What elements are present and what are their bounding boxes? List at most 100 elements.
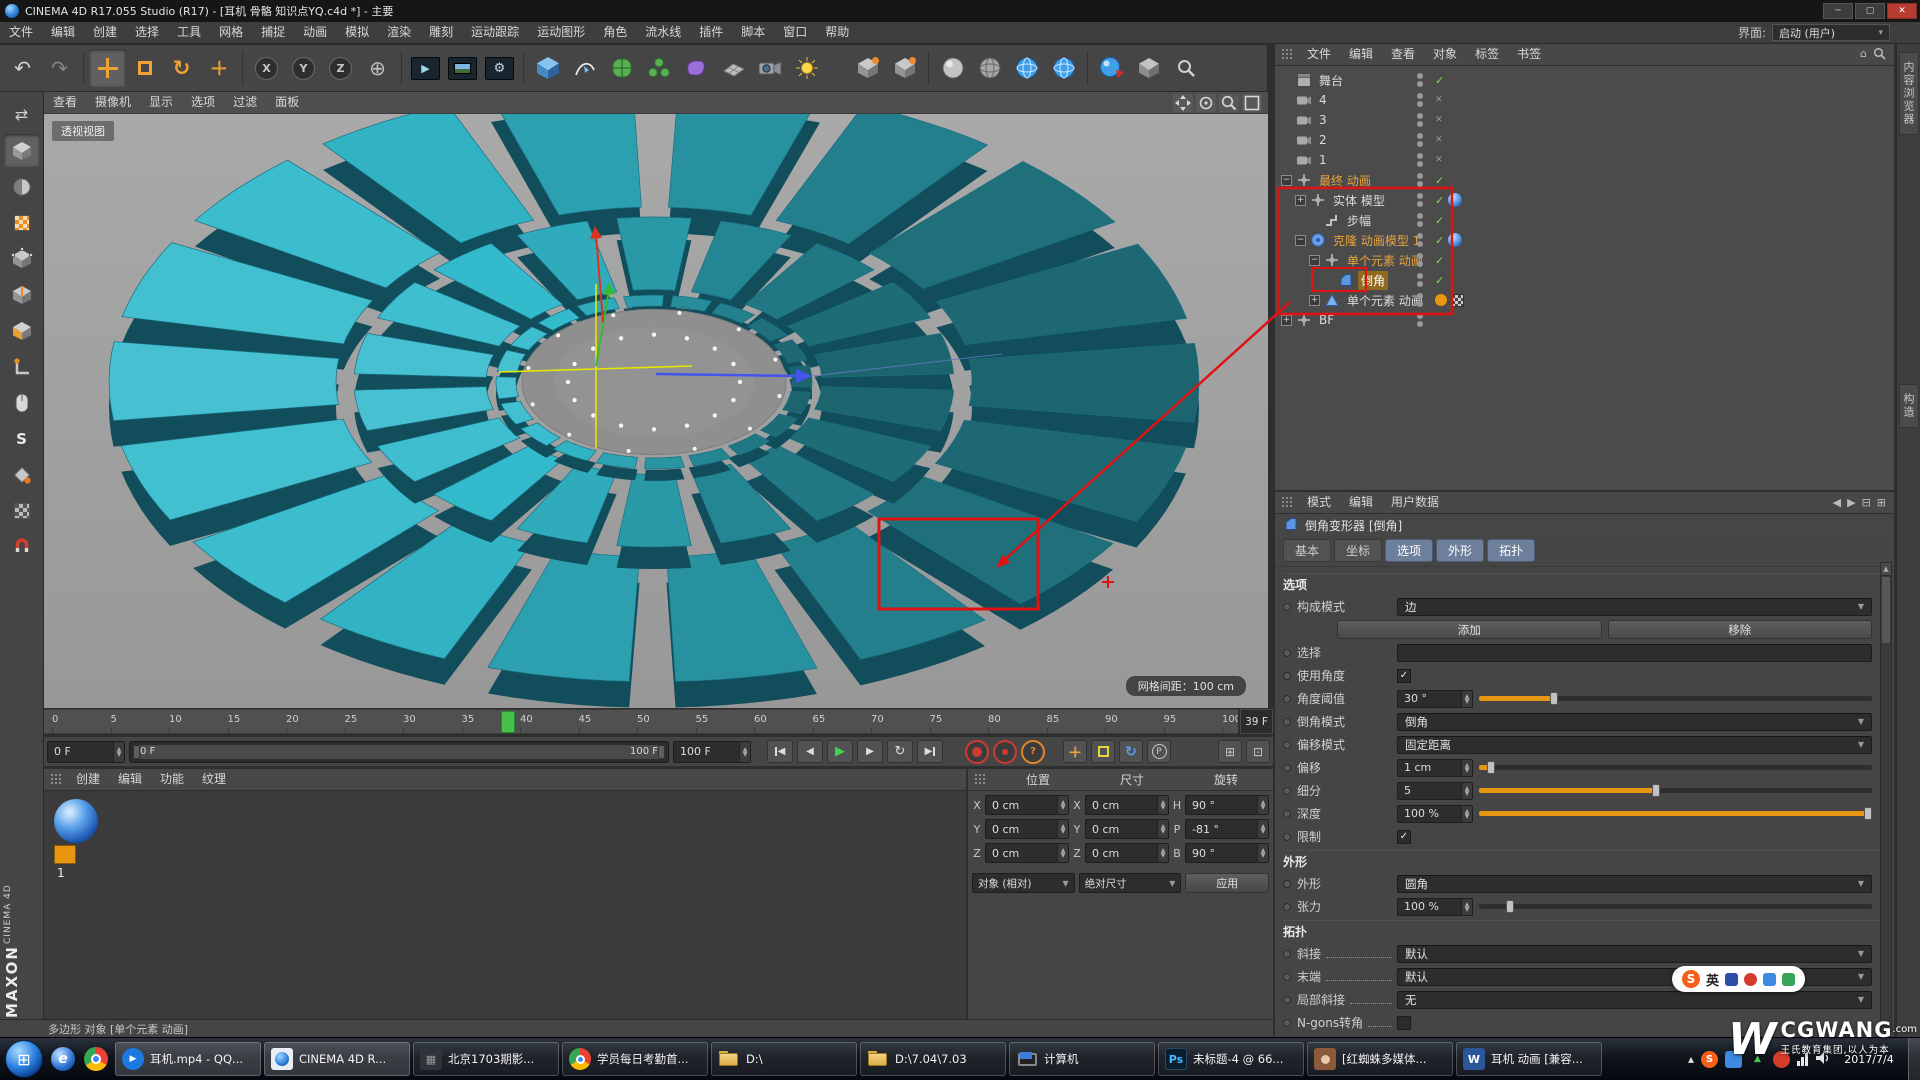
visibility-dots[interactable] <box>1417 153 1423 167</box>
anim-dot-icon[interactable] <box>1283 1019 1291 1027</box>
minimize-button[interactable]: ─ <box>1823 3 1853 19</box>
range-right-grip[interactable] <box>658 745 665 759</box>
current-frame-box[interactable]: 39 F <box>1240 709 1273 734</box>
visibility-dots[interactable] <box>1417 93 1423 107</box>
slider-偏移[interactable] <box>1479 765 1872 770</box>
slider-handle[interactable] <box>1487 761 1495 774</box>
menubar-item-8[interactable]: 模拟 <box>336 22 378 43</box>
spinner-icon[interactable]: ▲▼ <box>1057 844 1068 862</box>
add-primitive-cube-icon[interactable] <box>529 49 566 87</box>
spinner-icon[interactable]: ▲▼ <box>1461 806 1472 822</box>
dropdown-偏移模式[interactable]: 固定距离▼ <box>1397 736 1872 754</box>
goto-start-button[interactable]: ◀ <box>767 740 793 763</box>
spinner-icon[interactable]: ▲▼ <box>1461 691 1472 707</box>
object-item[interactable]: −单个元素 动画✓ <box>1275 250 1894 270</box>
dock-tab-构造[interactable]: 构造 <box>1899 384 1919 428</box>
add-light-icon[interactable] <box>788 49 825 87</box>
show-desktop-button[interactable] <box>1908 1038 1920 1080</box>
points-mode-icon[interactable] <box>4 242 40 275</box>
timeline-start-field[interactable]: 0 F▲▼ <box>47 741 125 763</box>
search-icon[interactable] <box>1167 49 1204 87</box>
ime-toolbar[interactable]: S 英 <box>1672 966 1805 992</box>
apply-button[interactable]: 应用 <box>1185 873 1269 893</box>
next-icon[interactable]: ▶ <box>1847 496 1855 509</box>
expander-icon[interactable]: + <box>1295 195 1306 206</box>
anim-dot-icon[interactable] <box>1283 880 1291 888</box>
edges-mode-icon[interactable] <box>4 278 40 311</box>
anim-dot-icon[interactable] <box>1283 718 1291 726</box>
anim-dot-icon[interactable] <box>1283 810 1291 818</box>
material-menu-item-0[interactable]: 创建 <box>67 769 109 790</box>
spinner-icon[interactable]: ▲▼ <box>1057 796 1068 814</box>
spinner-icon[interactable]: ▲▼ <box>1461 760 1472 776</box>
slider-handle[interactable] <box>1550 692 1558 705</box>
home-icon[interactable]: ⌂ <box>1860 47 1867 63</box>
material-menu-item-1[interactable]: 编辑 <box>109 769 151 790</box>
dropdown-倒角模式[interactable]: 倒角▼ <box>1397 713 1872 731</box>
ime-toolbox-icon[interactable] <box>1782 973 1795 986</box>
sogou-icon[interactable]: S <box>1682 970 1700 988</box>
field-选择[interactable] <box>1397 644 1872 662</box>
taskbar-item-2[interactable]: ▦北京1703期影... <box>413 1042 559 1076</box>
viewport-solo-icon[interactable] <box>4 386 40 419</box>
object-item[interactable]: −克隆 动画模型 1✓ <box>1275 230 1894 250</box>
add-subdivision-surface-icon[interactable] <box>603 49 640 87</box>
attribute-menu-item-2[interactable]: 用户数据 <box>1382 492 1448 513</box>
ime-skin-icon[interactable] <box>1725 973 1738 986</box>
slider-handle[interactable] <box>1864 807 1872 820</box>
visibility-dots[interactable] <box>1417 73 1423 87</box>
search-icon[interactable] <box>1873 47 1886 63</box>
menubar-item-3[interactable]: 选择 <box>126 22 168 43</box>
expander-icon[interactable]: + <box>1281 315 1292 326</box>
rotate-tool-icon[interactable]: ↻ <box>163 49 200 87</box>
menubar-item-18[interactable]: 帮助 <box>816 22 858 43</box>
object-menu-item-3[interactable]: 对象 <box>1424 44 1466 65</box>
add-floor-icon[interactable] <box>714 49 751 87</box>
add-spline-pen-icon[interactable] <box>566 49 603 87</box>
next-frame-button[interactable]: ▶ <box>857 740 883 763</box>
anim-dot-icon[interactable] <box>1283 996 1291 1004</box>
object-item[interactable]: −最终 动画✓ <box>1275 170 1894 190</box>
spinner-icon[interactable]: ▲▼ <box>1461 783 1472 799</box>
anim-dot-icon[interactable] <box>1283 603 1291 611</box>
object-item[interactable]: +单个元素 动画 <box>1275 290 1894 310</box>
enabled-check-icon[interactable]: ✓ <box>1435 274 1444 287</box>
expander-icon[interactable]: − <box>1295 235 1306 246</box>
coord-field-尺寸-X[interactable]: 0 cm▲▼ <box>1085 795 1169 815</box>
menubar-item-7[interactable]: 动画 <box>294 22 336 43</box>
object-menu-item-5[interactable]: 书签 <box>1508 44 1550 65</box>
menubar-item-13[interactable]: 角色 <box>594 22 636 43</box>
paint-icon[interactable] <box>4 458 40 491</box>
material-selection-chip[interactable] <box>54 845 76 864</box>
taskbar-item-7[interactable]: Ps未标题-4 @ 66... <box>1158 1042 1304 1076</box>
taskbar-item-0[interactable]: ▶耳机.mp4 - QQ... <box>115 1042 261 1076</box>
scrollbar[interactable]: ▲ <box>1880 562 1892 1032</box>
expander-icon[interactable]: − <box>1281 175 1292 186</box>
interface-dropdown[interactable]: 启动 (用户)▾ <box>1772 24 1890 41</box>
timeline-grid-icon[interactable]: ⊞ <box>1218 740 1242 763</box>
viewport-menu-item-2[interactable]: 显示 <box>140 92 182 113</box>
network-icon[interactable] <box>1797 1052 1808 1066</box>
anim-dot-icon[interactable] <box>1283 787 1291 795</box>
quicklaunch-browser-icon[interactable]: e <box>49 1045 77 1073</box>
key-param-icon[interactable]: P <box>1147 740 1171 763</box>
numfield-细分[interactable]: 5▲▼ <box>1397 782 1473 800</box>
numfield-张力[interactable]: 100 %▲▼ <box>1397 898 1473 916</box>
axis-modify-icon[interactable] <box>849 49 886 87</box>
coord-system-icon[interactable]: ⊕ <box>359 49 396 87</box>
spinner-icon[interactable]: ▲▼ <box>1257 820 1268 838</box>
checkbox-使用角度[interactable]: ✓ <box>1397 669 1411 683</box>
scroll-thumb[interactable] <box>1882 577 1890 643</box>
spinner-icon[interactable]: ▲▼ <box>1461 899 1472 915</box>
texture-mode-icon[interactable] <box>4 170 40 203</box>
button-移除[interactable]: 移除 <box>1608 620 1873 639</box>
disabled-cross-icon[interactable]: ✕ <box>1435 95 1443 105</box>
texture-tag-icon[interactable] <box>1448 193 1462 207</box>
keyframe-help-button[interactable]: ? <box>1021 740 1045 764</box>
coord-field-尺寸-Y[interactable]: 0 cm▲▼ <box>1085 819 1169 839</box>
menubar-item-17[interactable]: 窗口 <box>774 22 816 43</box>
coord-field-位置-Y[interactable]: 0 cm▲▼ <box>985 819 1069 839</box>
spinner-icon[interactable]: ▲▼ <box>1157 796 1168 814</box>
menubar-item-10[interactable]: 雕刻 <box>420 22 462 43</box>
viewport-menu-item-1[interactable]: 摄像机 <box>86 92 140 113</box>
